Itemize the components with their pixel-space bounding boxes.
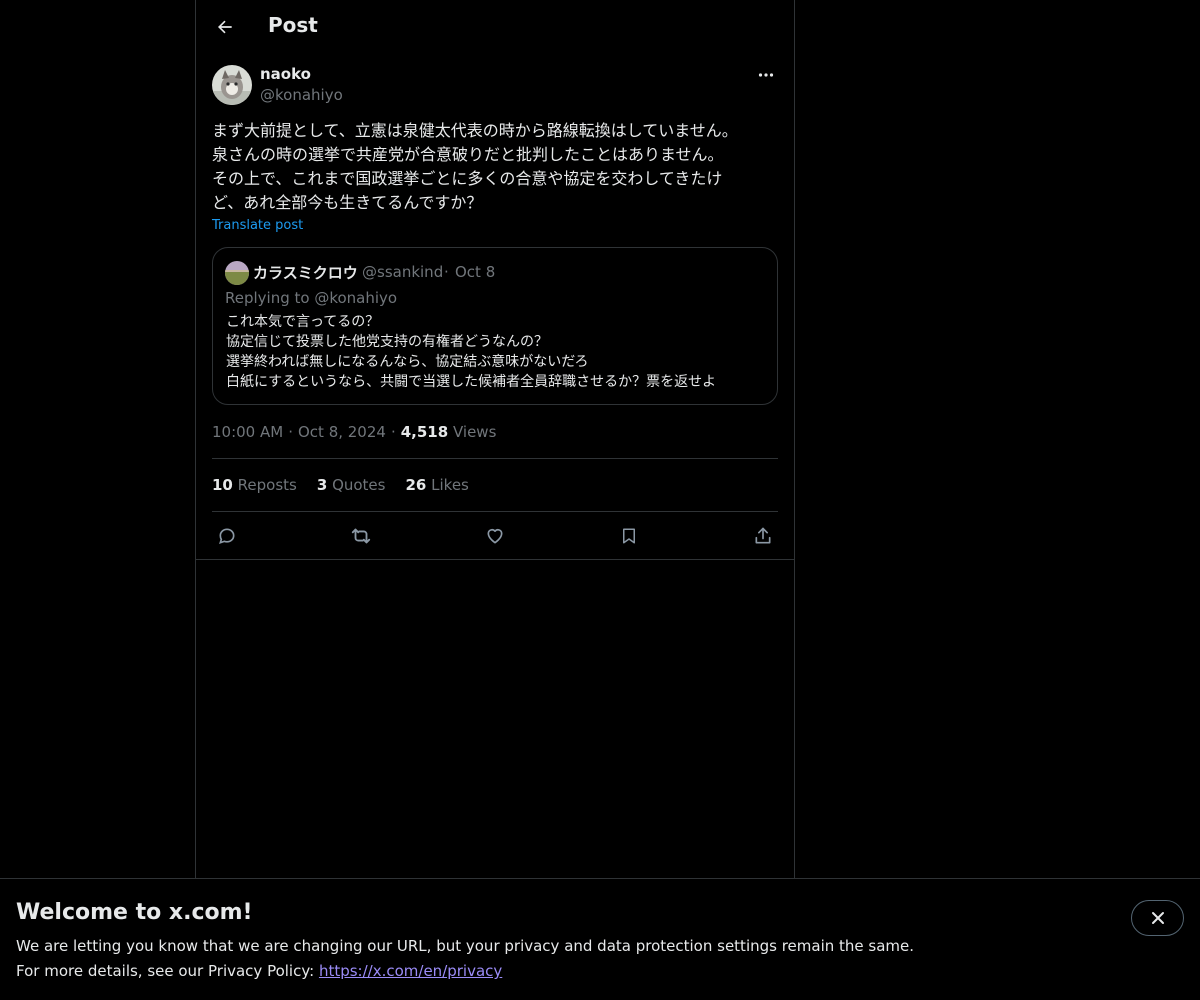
post-meta: 10:00 AM · Oct 8, 2024 · 4,518 Views bbox=[212, 423, 496, 441]
post-text-line: 泉さんの時の選挙で共産党が合意破りだと批判したことはありません。 bbox=[212, 145, 724, 164]
quotes-label: Quotes bbox=[332, 476, 386, 494]
cat-avatar-image bbox=[212, 65, 252, 105]
meta-separator: · bbox=[288, 423, 293, 441]
quote-author-name: カラスミクロウ bbox=[253, 264, 358, 282]
bookmark-button[interactable] bbox=[614, 522, 644, 550]
post-time[interactable]: 10:00 AM bbox=[212, 423, 283, 441]
share-button[interactable] bbox=[748, 522, 778, 550]
repost-button[interactable] bbox=[346, 522, 376, 550]
close-icon bbox=[1151, 912, 1164, 924]
repost-icon bbox=[351, 528, 371, 544]
quotes-count: 3 bbox=[316, 476, 328, 494]
privacy-policy-link[interactable]: https://x.com/en/privacy bbox=[319, 962, 502, 980]
arrow-left-icon bbox=[218, 20, 232, 34]
quotes-stat[interactable]: 3 Quotes bbox=[317, 476, 386, 494]
quote-text-line: これ本気で言ってるの？ bbox=[226, 314, 380, 330]
quote-separator: · bbox=[444, 263, 449, 281]
page-title: Post bbox=[268, 13, 318, 37]
reply-button[interactable] bbox=[212, 522, 242, 550]
reposts-count: 10 bbox=[212, 476, 233, 494]
banner-privacy-note: For more details, see our Privacy Policy… bbox=[16, 962, 502, 980]
avatar[interactable] bbox=[212, 65, 252, 105]
likes-stat[interactable]: 26 Likes bbox=[405, 476, 468, 494]
translate-post-link[interactable]: Translate post bbox=[212, 218, 303, 233]
post-date[interactable]: Oct 8, 2024 bbox=[298, 423, 386, 441]
post-text-line: その上で、これまで国政選挙ごとに多くの合意や協定を交わしてきたけ bbox=[212, 169, 723, 188]
quoted-post[interactable]: カラスミクロウ @ssankind · Oct 8 Replying to @k… bbox=[212, 247, 778, 405]
quote-avatar bbox=[225, 261, 249, 285]
likes-label: Likes bbox=[431, 476, 469, 494]
post-column: Post naoko @konahiyo まず大前提として、立憲は泉健太代表の時… bbox=[195, 0, 795, 880]
author-handle[interactable]: @konahiyo bbox=[260, 86, 343, 104]
post-text-line: まず大前提として、立憲は泉健太代表の時から路線転換はしていません。 bbox=[212, 121, 738, 140]
reposts-stat[interactable]: 10 Reposts bbox=[212, 476, 297, 494]
reply-icon bbox=[219, 528, 235, 544]
banner-message: We are letting you know that we are chan… bbox=[16, 937, 915, 955]
action-bar bbox=[212, 522, 778, 550]
banner-title: Welcome to x.com! bbox=[16, 900, 253, 925]
divider bbox=[212, 511, 778, 512]
share-icon bbox=[755, 527, 771, 544]
post-text-line: ど、あれ全部今も生きてるんですか？ bbox=[212, 193, 483, 212]
more-options-button[interactable] bbox=[754, 65, 778, 85]
like-button[interactable] bbox=[480, 522, 510, 550]
welcome-banner: Welcome to x.com! We are letting you kno… bbox=[0, 878, 1200, 1000]
quote-replying-to: Replying to @konahiyo bbox=[225, 289, 398, 307]
likes-count: 26 bbox=[405, 476, 427, 494]
author-name[interactable]: naoko bbox=[260, 65, 311, 83]
views-count: 4,518 bbox=[400, 423, 449, 441]
divider bbox=[212, 458, 778, 459]
meta-separator: · bbox=[390, 423, 396, 441]
quote-date: Oct 8 bbox=[455, 263, 496, 281]
quote-text-line: 白紙にするというなら、共闘で当選した候補者全員辞職させるか？票を返せよ bbox=[226, 374, 717, 390]
post-text: まず大前提として、立憲は泉健太代表の時から路線転換はしていません。 泉さんの時の… bbox=[212, 119, 778, 215]
post-author: naoko @konahiyo bbox=[212, 65, 778, 107]
divider bbox=[196, 559, 794, 560]
banner-privacy-prefix: For more details, see our Privacy Policy… bbox=[16, 962, 319, 980]
quote-author-handle: @ssankind bbox=[362, 263, 444, 281]
post-stats: 10 Reposts 3 Quotes 26 Likes bbox=[212, 476, 469, 494]
close-banner-button[interactable] bbox=[1131, 900, 1184, 936]
more-dots-icon bbox=[758, 73, 774, 77]
quote-text: これ本気で言ってるの？ 協定信じて投票した他党支持の有権者どうなんの？ 選挙終わ… bbox=[226, 312, 716, 392]
page-header: Post bbox=[196, 0, 794, 54]
reposts-label: Reposts bbox=[237, 476, 297, 494]
quote-text-line: 協定信じて投票した他党支持の有権者どうなんの？ bbox=[226, 334, 548, 350]
landscape-avatar-image bbox=[225, 261, 249, 285]
views-label: Views bbox=[452, 423, 497, 441]
bookmark-icon bbox=[623, 528, 635, 544]
quote-text-line: 選挙終われば無しになるんなら、協定結ぶ意味がないだろ bbox=[226, 354, 589, 370]
back-button[interactable] bbox=[208, 10, 242, 44]
heart-icon bbox=[487, 528, 503, 544]
